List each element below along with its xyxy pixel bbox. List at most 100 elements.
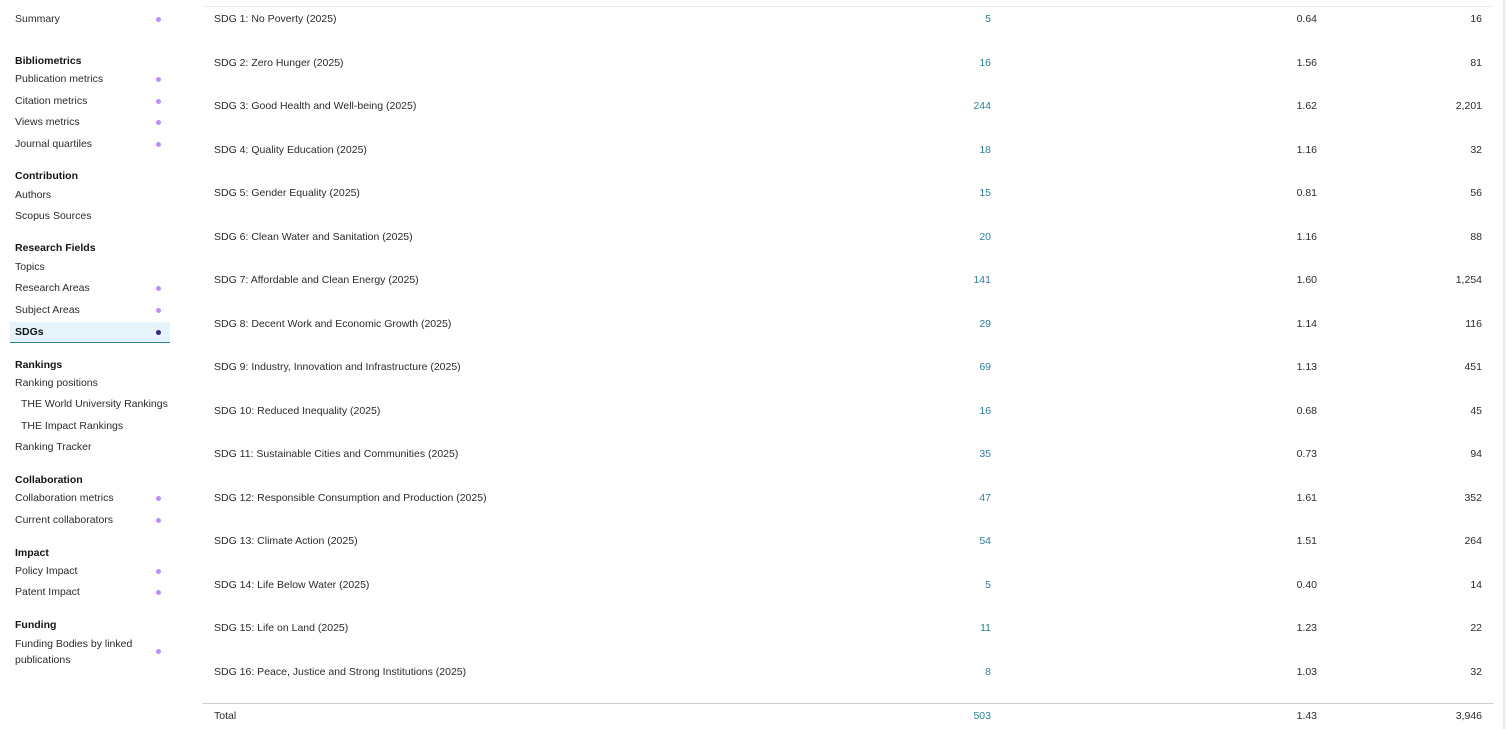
citation-count: 56	[1470, 187, 1482, 199]
sdg-name: SDG 13: Climate Action (2025)	[214, 535, 358, 547]
table-row: SDG 15: Life on Land (2025) 11 1.23 22	[202, 618, 1494, 638]
nav-item-label: Patent Impact	[15, 586, 80, 598]
nav-item-journal-quartiles[interactable]: Journal quartiles	[10, 134, 170, 155]
status-dot-icon	[156, 77, 161, 82]
table-row: SDG 6: Clean Water and Sanitation (2025)…	[202, 227, 1494, 247]
status-dot-icon	[156, 286, 161, 291]
fwci-value: 1.13	[1296, 361, 1317, 373]
citation-count: 116	[1465, 317, 1482, 330]
total-fwci: 1.43	[1296, 710, 1317, 722]
citation-count: 352	[1464, 491, 1482, 504]
nav-item-views-metrics[interactable]: Views metrics	[10, 112, 170, 133]
section-title-bibliometrics: Bibliometrics	[15, 55, 82, 67]
status-dot-icon	[156, 120, 161, 125]
nav-item-label: Publication metrics	[15, 73, 104, 85]
nav-item-the-impact-rankings[interactable]: THE Impact Rankings	[10, 416, 170, 437]
nav-item-ranking-positions[interactable]: Ranking positions	[10, 373, 170, 394]
nav-item-label: Summary	[15, 13, 60, 25]
nav-item-authors[interactable]: Authors	[10, 185, 170, 206]
nav-item-policy-impact[interactable]: Policy Impact	[10, 561, 170, 582]
nav-item-citation-metrics[interactable]: Citation metrics	[10, 91, 170, 112]
sdg-name: SDG 2: Zero Hunger (2025)	[214, 56, 344, 69]
table-row: SDG 1: No Poverty (2025) 5 0.64 16	[202, 9, 1494, 29]
table-row: SDG 4: Quality Education (2025) 18 1.16 32	[202, 140, 1494, 160]
citation-count: 2,201	[1455, 100, 1482, 112]
citation-count: 94	[1470, 448, 1482, 460]
publication-count-link[interactable]: 29	[979, 314, 991, 334]
nav-item-ranking-tracker[interactable]: Ranking Tracker	[10, 437, 170, 458]
fwci-value: 0.68	[1296, 404, 1317, 417]
publication-count-link[interactable]: 16	[979, 53, 991, 73]
nav-item-label: Ranking positions	[15, 377, 98, 389]
publication-count-link[interactable]: 15	[979, 183, 991, 203]
nav-item-sdgs[interactable]: SDGs	[10, 322, 170, 343]
sdg-name: SDG 10: Reduced Inequality (2025)	[214, 404, 381, 417]
table-row: SDG 14: Life Below Water (2025) 5 0.40 14	[202, 575, 1494, 595]
sdg-name: SDG 6: Clean Water and Sanitation (2025)	[214, 230, 413, 243]
nav-item-label: Views metrics	[15, 116, 80, 128]
total-citations: 3,946	[1455, 710, 1482, 722]
citation-count: 16	[1470, 13, 1482, 25]
nav-item-the-world-university-rankings[interactable]: THE World University Rankings	[10, 394, 170, 415]
total-count-link[interactable]: 503	[973, 706, 991, 726]
sidebar-nav: Summary Bibliometrics Publication metric…	[0, 0, 178, 729]
table-row: SDG 10: Reduced Inequality (2025) 16 0.68 4…	[202, 401, 1494, 421]
publication-count-link[interactable]: 35	[979, 444, 991, 464]
citation-count: 32	[1470, 665, 1482, 678]
status-dot-icon	[156, 649, 161, 654]
sdg-name: SDG 14: Life Below Water (2025)	[214, 578, 370, 591]
publication-count-link[interactable]: 5	[985, 575, 991, 595]
status-dot-icon	[156, 518, 161, 523]
nav-item-label: Citation metrics	[15, 95, 88, 107]
publication-count-link[interactable]: 20	[979, 227, 991, 247]
nav-item-current-collaborators[interactable]: Current collaborators	[10, 510, 170, 531]
fwci-value: 1.61	[1296, 491, 1317, 504]
section-title-collaboration: Collaboration	[15, 474, 83, 486]
nav-item-label: Current collaborators	[15, 514, 114, 526]
status-dot-icon	[156, 590, 161, 595]
status-dot-icon	[156, 17, 161, 22]
citation-count: 451	[1464, 361, 1482, 373]
fwci-value: 1.16	[1296, 143, 1317, 156]
nav-item-funding-bodies[interactable]: Funding Bodies by linked publications	[10, 634, 140, 668]
nav-item-label: Subject Areas	[15, 304, 80, 316]
publication-count-link[interactable]: 47	[979, 488, 991, 508]
publication-count-link[interactable]: 54	[979, 531, 991, 551]
sdg-name: SDG 5: Gender Equality (2025)	[214, 187, 360, 199]
scrollbar-edge	[1503, 0, 1505, 729]
sdg-name: SDG 8: Decent Work and Economic Growth (…	[214, 317, 452, 330]
nav-item-research-areas[interactable]: Research Areas	[10, 278, 170, 299]
table-total-row: Total 503 1.43 3,946	[202, 706, 1494, 726]
publication-count-link[interactable]: 11	[980, 618, 991, 638]
table-row: SDG 2: Zero Hunger (2025) 16 1.56 81	[202, 53, 1494, 73]
table-row: SDG 12: Responsible Consumption and Prod…	[202, 488, 1494, 508]
nav-item-label: Topics	[15, 261, 45, 273]
publication-count-link[interactable]: 18	[979, 140, 991, 160]
sdg-name: SDG 1: No Poverty (2025)	[214, 13, 337, 25]
fwci-value: 1.56	[1296, 56, 1317, 69]
nav-item-subject-areas[interactable]: Subject Areas	[10, 300, 170, 321]
publication-count-link[interactable]: 69	[979, 357, 991, 377]
nav-item-scopus-sources[interactable]: Scopus Sources	[10, 206, 170, 227]
publication-count-link[interactable]: 16	[979, 401, 991, 421]
status-dot-icon	[156, 569, 161, 574]
table-row: SDG 8: Decent Work and Economic Growth (…	[202, 314, 1494, 334]
citation-count: 264	[1464, 535, 1482, 547]
section-title-impact: Impact	[15, 547, 49, 559]
section-title-contribution: Contribution	[15, 170, 78, 182]
nav-item-collaboration-metrics[interactable]: Collaboration metrics	[10, 488, 170, 509]
publication-count-link[interactable]: 244	[973, 96, 991, 116]
publication-count-link[interactable]: 8	[985, 662, 991, 682]
sdg-table: SDG 1: No Poverty (2025) 5 0.64 16 SDG 2: Ze…	[202, 0, 1494, 729]
sdg-name: SDG 9: Industry, Innovation and Infrastr…	[214, 361, 461, 373]
nav-item-patent-impact[interactable]: Patent Impact	[10, 582, 170, 603]
nav-item-summary[interactable]: Summary	[10, 9, 170, 30]
sdg-name: SDG 3: Good Health and Well-being (2025)	[214, 100, 417, 112]
section-title-rankings: Rankings	[15, 359, 63, 371]
publication-count-link[interactable]: 141	[973, 270, 991, 290]
fwci-value: 0.40	[1296, 578, 1317, 591]
publication-count-link[interactable]: 5	[985, 9, 991, 29]
nav-item-publication-metrics[interactable]: Publication metrics	[10, 69, 170, 90]
nav-item-topics[interactable]: Topics	[10, 257, 170, 278]
fwci-value: 0.81	[1296, 187, 1317, 199]
